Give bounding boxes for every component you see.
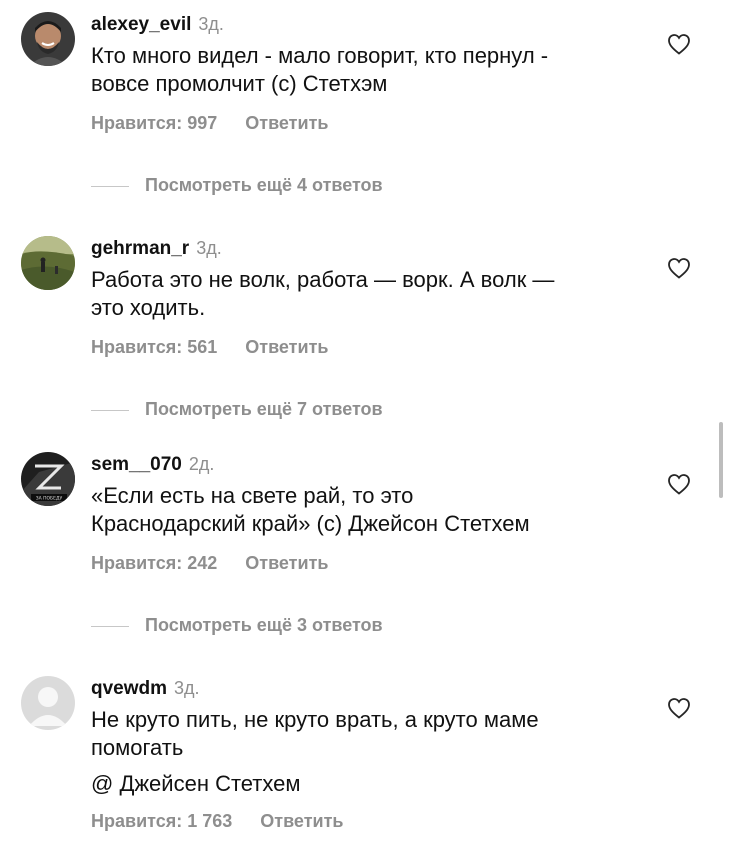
comment-body: alexey_evil 3д. Кто много видел - мало го… (91, 10, 660, 98)
comment-body: sem__070 2д. «Если есть на свете рай, то … (91, 450, 660, 538)
avatar-caption: ЗА ПОБЕДУ (36, 496, 63, 502)
comment-text: «Если есть на свете рай, то это Краснода… (91, 482, 660, 538)
heart-icon[interactable] (667, 257, 691, 279)
avatar[interactable]: ЗА ПОБЕДУ (21, 452, 75, 506)
view-more-replies[interactable]: Посмотреть ещё 4 ответов (91, 173, 383, 197)
reply-button[interactable]: Ответить (260, 809, 343, 833)
comment-mention: @ Джейсен Стетхем (91, 771, 301, 796)
comment-body: qvewdm 3д. Не круто пить, не круто врать,… (91, 674, 660, 798)
view-more-replies[interactable]: Посмотреть ещё 7 ответов (91, 397, 383, 421)
avatar[interactable] (21, 676, 75, 730)
view-more-replies-label: Посмотреть ещё 3 ответов (145, 615, 383, 635)
avatar[interactable] (21, 12, 75, 66)
view-more-replies-label: Посмотреть ещё 4 ответов (145, 175, 383, 195)
comment-line: это ходить. (91, 295, 206, 320)
heart-icon[interactable] (667, 33, 691, 55)
comment-line: помогать (91, 735, 184, 760)
timestamp: 2д. (188, 454, 215, 474)
scrollbar[interactable] (719, 422, 723, 498)
likes-count[interactable]: Нравится: 1 763 (91, 809, 232, 833)
timestamp: 3д. (198, 14, 224, 34)
comment-line: «Если есть на свете рай, то это (91, 483, 414, 508)
heart-icon[interactable] (667, 697, 691, 719)
comment-line: вовсе промолчит (с) Стетхэм (91, 71, 388, 96)
comment-actions: Нравится: 561 Ответить (91, 335, 328, 359)
timestamp: 3д. (196, 238, 222, 258)
comment-line: Кто много видел - мало говорит, кто перн… (91, 43, 549, 68)
username[interactable]: sem__070 (91, 454, 182, 475)
username[interactable]: gehrman_r (91, 238, 189, 259)
username[interactable]: alexey_evil (91, 14, 191, 35)
comment-line: Краснодарский край» (с) Джейсон Стетхем (91, 511, 530, 536)
likes-count[interactable]: Нравится: 997 (91, 111, 217, 135)
avatar[interactable] (21, 236, 75, 290)
comment-text: Не круто пить, не круто врать, а круто м… (91, 706, 660, 762)
heart-icon[interactable] (667, 473, 691, 495)
comment-text: Кто много видел - мало говорит, кто перн… (91, 42, 660, 98)
likes-count[interactable]: Нравится: 242 (91, 551, 217, 575)
reply-button[interactable]: Ответить (245, 551, 328, 575)
view-more-replies-label: Посмотреть ещё 7 ответов (145, 399, 383, 419)
likes-count[interactable]: Нравится: 561 (91, 335, 217, 359)
comment-line: Работа это не волк, работа — ворк. А вол… (91, 267, 555, 292)
reply-button[interactable]: Ответить (245, 111, 328, 135)
comment-body: gehrman_r 3д. Работа это не волк, работа … (91, 234, 660, 322)
divider-line (91, 185, 129, 187)
username[interactable]: qvewdm (91, 678, 167, 699)
comment-actions: Нравится: 242 Ответить (91, 551, 328, 575)
view-more-replies[interactable]: Посмотреть ещё 3 ответов (91, 613, 383, 637)
timestamp: 3д. (174, 678, 200, 698)
comment-actions: Нравится: 997 Ответить (91, 111, 328, 135)
comment-text: Работа это не волк, работа — ворк. А вол… (91, 266, 660, 322)
comment-line: Не круто пить, не круто врать, а круто м… (91, 707, 539, 732)
divider-line (91, 625, 129, 627)
divider-line (91, 409, 129, 411)
comment-actions: Нравится: 1 763 Ответить (91, 809, 343, 833)
reply-button[interactable]: Ответить (245, 335, 328, 359)
